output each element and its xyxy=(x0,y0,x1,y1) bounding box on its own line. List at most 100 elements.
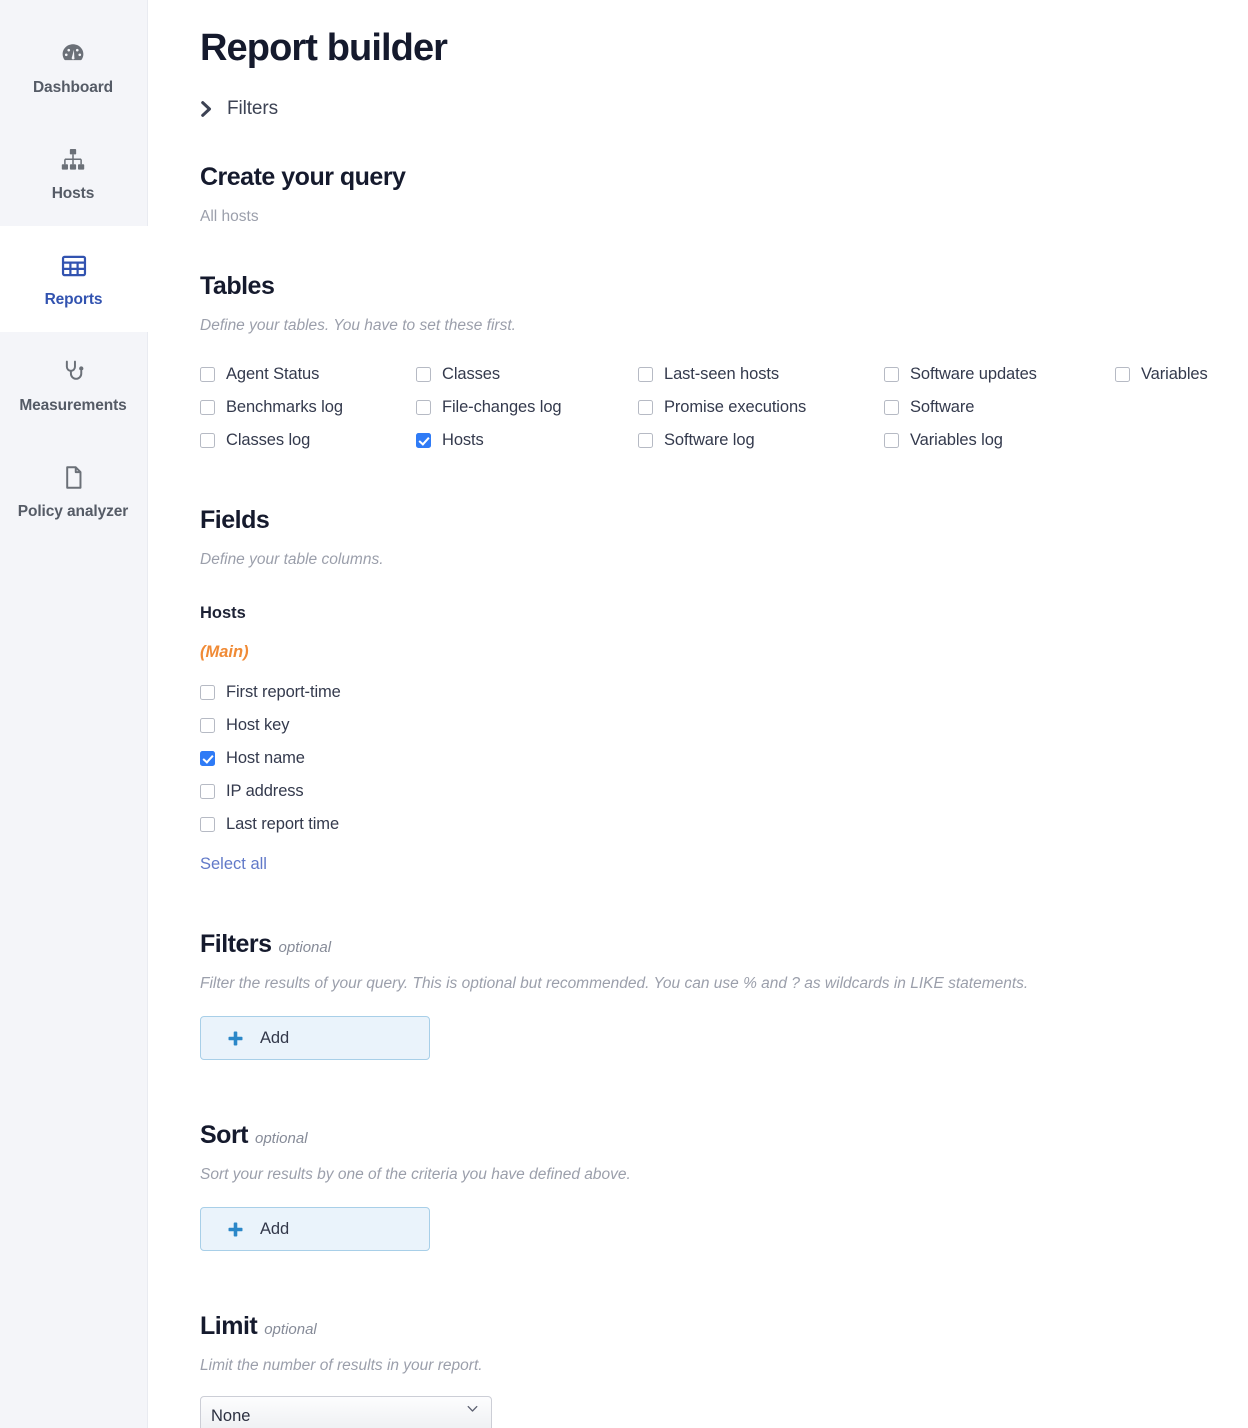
table-checkbox-row[interactable]: Software xyxy=(884,391,1115,424)
page-title: Report builder xyxy=(200,27,448,69)
document-page-icon xyxy=(58,463,88,493)
checkbox-label: First report-time xyxy=(226,683,341,702)
field-checkbox-row[interactable]: Host name xyxy=(200,742,1218,775)
checkbox-label: Host key xyxy=(226,716,290,735)
checkbox[interactable] xyxy=(200,399,215,415)
filters-title: Filters optional xyxy=(200,929,1218,959)
table-checkbox-row[interactable]: Benchmarks log xyxy=(200,391,416,424)
checkbox[interactable] xyxy=(200,784,215,800)
checkbox[interactable] xyxy=(884,366,899,382)
sidebar-item-dashboard[interactable]: Dashboard xyxy=(0,14,147,120)
sidebar-item-label: Policy analyzer xyxy=(17,502,129,520)
checkbox[interactable] xyxy=(638,399,653,415)
table-checkbox-row[interactable]: Last-seen hosts xyxy=(638,358,884,391)
limit-select-wrapper: None xyxy=(200,1376,492,1428)
plus-icon xyxy=(227,1221,244,1238)
checkbox-label: Last report time xyxy=(226,815,340,834)
table-checkbox-row[interactable]: Promise executions xyxy=(638,391,884,424)
checkbox[interactable] xyxy=(884,399,899,415)
checkbox-label: Hosts xyxy=(442,430,484,449)
filters-section: Filters optional Filter the results of yo… xyxy=(200,929,1218,1061)
sidebar-item-reports[interactable]: Reports xyxy=(0,226,148,332)
field-checkbox-row[interactable]: IP address xyxy=(200,775,1218,808)
limit-optional-label: optional xyxy=(264,1321,317,1339)
sort-title-text: Sort xyxy=(200,1121,249,1150)
gauge-icon xyxy=(58,39,88,69)
checkbox-label: IP address xyxy=(226,782,304,801)
checkbox-label: Promise executions xyxy=(664,397,807,416)
sidebar-item-label: Reports xyxy=(44,290,103,308)
table-checkbox-row[interactable]: Classes xyxy=(416,358,638,391)
fields-main-tag: (Main) xyxy=(200,643,249,662)
sort-section: Sort optional Sort your results by one of… xyxy=(200,1120,1218,1252)
checkbox[interactable] xyxy=(884,432,899,448)
app-root: Dashboard Hosts Reports Measurements Pol… xyxy=(0,0,1248,1428)
filters-add-button[interactable]: Add xyxy=(200,1016,430,1061)
checkbox-label: Host name xyxy=(226,749,305,768)
sidebar-item-policy-analyzer[interactable]: Policy analyzer xyxy=(0,438,147,544)
table-checkbox-row[interactable]: Variables log xyxy=(884,424,1115,457)
table-checkbox-row[interactable]: File-changes log xyxy=(416,391,638,424)
filters-add-label: Add xyxy=(260,1028,290,1047)
sort-title: Sort optional xyxy=(200,1120,1218,1150)
checkbox[interactable] xyxy=(200,432,215,448)
create-query-title: Create your query xyxy=(200,162,406,191)
checkbox-label: Agent Status xyxy=(226,364,320,383)
filters-collapsible-toggle[interactable]: Filters xyxy=(200,98,278,120)
field-checkbox-row[interactable]: Host key xyxy=(200,709,1218,742)
select-all-link[interactable]: Select all xyxy=(200,855,267,874)
grid-spacer xyxy=(1115,424,1218,457)
grid-spacer xyxy=(1115,391,1218,424)
limit-title-text: Limit xyxy=(200,1312,258,1341)
fields-section: Fields Define your table columns. Hosts … xyxy=(200,505,1218,874)
fields-checkbox-list: First report-time Host key Host name IP add… xyxy=(200,676,1218,841)
plus-icon xyxy=(227,1030,244,1047)
checkbox[interactable] xyxy=(200,751,215,767)
checkbox[interactable] xyxy=(638,366,653,382)
main-content: Report builder Filters Create your query… xyxy=(148,0,1248,1428)
checkbox-label: Last-seen hosts xyxy=(664,364,779,383)
table-checkbox-row[interactable]: Classes log xyxy=(200,424,416,457)
checkbox[interactable] xyxy=(200,817,215,833)
checkbox[interactable] xyxy=(416,432,431,448)
filters-optional-label: optional xyxy=(278,939,332,957)
sort-description: Sort your results by one of the criteria… xyxy=(200,1166,631,1184)
query-scope-text: All hosts xyxy=(200,207,259,225)
checkbox[interactable] xyxy=(200,685,215,701)
checkbox-label: Software updates xyxy=(910,364,1037,383)
checkbox-label: Variables log xyxy=(910,430,1003,449)
fields-description: Define your table columns. xyxy=(200,550,384,568)
checkbox[interactable] xyxy=(200,718,215,734)
checkbox-label: Classes xyxy=(442,364,500,383)
checkbox[interactable] xyxy=(638,432,653,448)
field-checkbox-row[interactable]: First report-time xyxy=(200,676,1218,709)
tables-description: Define your tables. You have to set thes… xyxy=(200,316,516,334)
table-checkbox-row[interactable]: Variables xyxy=(1115,358,1218,391)
checkbox[interactable] xyxy=(1115,366,1130,382)
checkbox-label: File-changes log xyxy=(442,397,562,416)
sidebar-item-label: Dashboard xyxy=(32,78,114,96)
field-checkbox-row[interactable]: Last report time xyxy=(200,808,1218,841)
fields-table-name: Hosts xyxy=(200,604,246,623)
checkbox[interactable] xyxy=(416,399,431,415)
table-checkbox-row[interactable]: Agent Status xyxy=(200,358,416,391)
checkbox[interactable] xyxy=(416,366,431,382)
sidebar-item-hosts[interactable]: Hosts xyxy=(0,120,147,226)
checkbox-label: Variables xyxy=(1141,364,1208,383)
table-checkbox-row[interactable]: Software log xyxy=(638,424,884,457)
table-checkbox-row[interactable]: Hosts xyxy=(416,424,638,457)
stethoscope-icon xyxy=(58,357,88,387)
checkbox-label: Benchmarks log xyxy=(226,397,343,416)
fields-title: Fields xyxy=(200,505,270,534)
table-checkbox-row[interactable]: Software updates xyxy=(884,358,1115,391)
filters-title-text: Filters xyxy=(200,930,272,959)
sort-add-button[interactable]: Add xyxy=(200,1207,430,1252)
sidebar-item-measurements[interactable]: Measurements xyxy=(0,332,147,438)
checkbox-label: Software xyxy=(910,397,975,416)
limit-select[interactable]: None xyxy=(200,1396,492,1428)
checkbox[interactable] xyxy=(200,366,215,382)
chevron-right-icon xyxy=(200,100,213,118)
table-grid-icon xyxy=(59,251,89,281)
checkbox-label: Classes log xyxy=(226,430,311,449)
hierarchy-icon xyxy=(58,145,88,175)
